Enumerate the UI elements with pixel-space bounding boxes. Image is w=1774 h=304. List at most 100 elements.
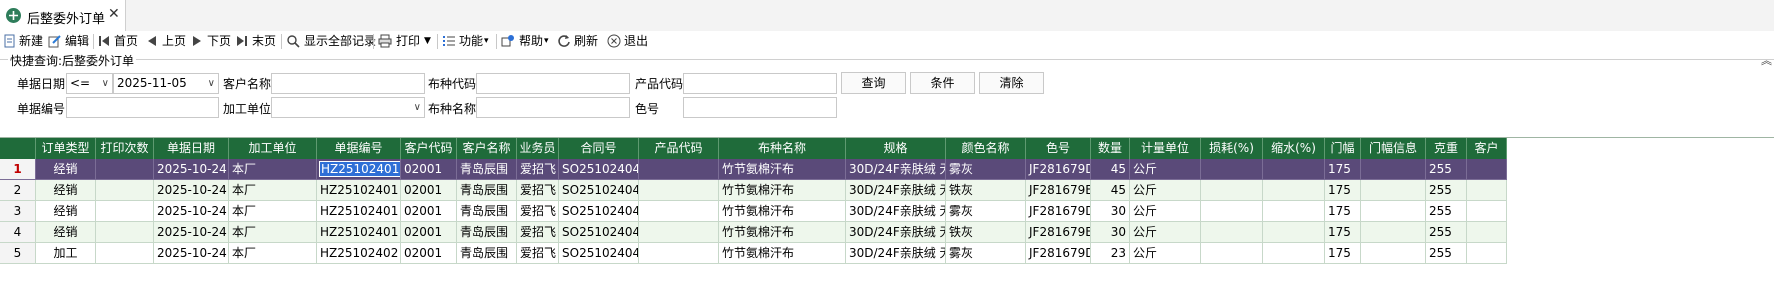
table-cell[interactable] [1361,243,1426,264]
column-header[interactable]: 颜色名称 [946,138,1026,159]
table-cell[interactable]: 2025-10-24 [154,201,229,222]
table-cell[interactable]: HZ25102401 [317,201,401,222]
table-cell[interactable]: 本厂 [229,243,317,264]
table-cell[interactable]: 02001 [401,180,457,201]
table-cell[interactable]: 45 [1091,159,1130,180]
table-cell[interactable]: 经销 [36,180,96,201]
table-cell[interactable]: 175 [1325,159,1361,180]
table-cell[interactable] [1361,159,1426,180]
table-row[interactable]: 5 加工 2025-10-24 本厂 HZ25102402 02001 青岛辰围 爱招飞 SO2… [0,243,1507,264]
table-cell[interactable]: 公斤 [1130,159,1201,180]
table-cell[interactable]: 2025-10-24 [154,222,229,243]
table-cell[interactable] [639,201,719,222]
column-header[interactable]: 订单类型 [36,138,96,159]
table-cell[interactable] [1201,159,1263,180]
close-icon[interactable]: ✕ [108,6,120,22]
customer-name-input[interactable] [271,73,425,94]
table-cell[interactable]: 铁灰 [946,222,1026,243]
table-cell[interactable]: 02001 [401,222,457,243]
table-cell[interactable] [1263,180,1325,201]
table-cell[interactable] [96,159,154,180]
row-number-cell[interactable]: 4 [0,222,36,243]
table-cell[interactable]: 竹节氨棉汗布 [719,180,846,201]
table-cell[interactable]: SO25102404 [559,243,639,264]
table-row[interactable]: 1 经销 2025-10-24 本厂 HZ25102401 02001 青岛辰围 爱招飞 SO2… [0,159,1507,180]
table-cell[interactable]: 175 [1325,201,1361,222]
table-cell[interactable] [639,222,719,243]
table-cell[interactable] [1361,222,1426,243]
table-cell[interactable]: 青岛辰围 [457,222,517,243]
table-cell[interactable] [1263,222,1325,243]
table-row[interactable]: 2 经销 2025-10-24 本厂 HZ25102401 02001 青岛辰围 爱招飞 SO2… [0,180,1507,201]
table-cell[interactable]: 2025-10-24 [154,159,229,180]
table-cell[interactable]: HZ25102401 [317,159,401,180]
table-cell[interactable]: SO25102404 [559,159,639,180]
table-cell[interactable]: 青岛辰围 [457,159,517,180]
table-cell[interactable]: 公斤 [1130,180,1201,201]
table-cell[interactable] [639,159,719,180]
table-cell[interactable]: SO25102404 [559,222,639,243]
table-cell[interactable]: SO25102404 [559,180,639,201]
table-cell[interactable]: 30D/24F亲肤绒 无+50S/RT无 [846,201,946,222]
table-cell[interactable]: 175 [1325,180,1361,201]
refresh-button[interactable]: 刷新 [557,31,601,52]
table-cell[interactable] [1361,180,1426,201]
cloth-name-input[interactable] [476,97,630,118]
table-cell[interactable] [1361,201,1426,222]
table-cell[interactable]: 雾灰 [946,201,1026,222]
column-header[interactable]: 门幅信息 [1361,138,1426,159]
table-cell[interactable]: 30D/24F亲肤绒 无+50S/RT无 [846,243,946,264]
table-cell[interactable]: 175 [1325,222,1361,243]
column-header[interactable]: 客户代码 [401,138,457,159]
first-page-button[interactable]: 首页 [97,31,141,52]
table-cell[interactable]: 青岛辰围 [457,243,517,264]
table-cell[interactable]: 公斤 [1130,243,1201,264]
table-cell[interactable]: 30D/24F亲肤绒 无+50S/RT无 [846,180,946,201]
table-row[interactable]: 3 经销 2025-10-24 本厂 HZ25102401 02001 青岛辰围 爱招飞 SO2… [0,201,1507,222]
table-cell[interactable]: 竹节氨棉汗布 [719,159,846,180]
table-cell[interactable]: 2025-10-24 [154,180,229,201]
table-cell[interactable]: JF281679E [1026,180,1091,201]
product-code-input[interactable] [683,73,837,94]
table-cell[interactable]: 02001 [401,159,457,180]
table-cell[interactable]: HZ25102402 [317,243,401,264]
column-header[interactable]: 布种名称 [719,138,846,159]
column-header[interactable]: 加工单位 [229,138,317,159]
table-cell[interactable] [1467,243,1507,264]
table-cell[interactable]: 175 [1325,243,1361,264]
column-header[interactable]: 合同号 [559,138,639,159]
table-cell[interactable]: 公斤 [1130,222,1201,243]
table-cell[interactable]: JF281679D [1026,201,1091,222]
column-header[interactable]: 单据日期 [154,138,229,159]
table-cell[interactable] [96,180,154,201]
table-cell[interactable]: 255 [1426,222,1467,243]
row-number-cell[interactable]: 2 [0,180,36,201]
table-cell[interactable] [1201,222,1263,243]
print-button[interactable]: 打印 ▼ [378,31,434,52]
table-cell[interactable] [1201,243,1263,264]
table-cell[interactable]: 本厂 [229,201,317,222]
table-cell[interactable]: 竹节氨棉汗布 [719,243,846,264]
table-cell[interactable]: 竹节氨棉汗布 [719,201,846,222]
collapse-icon[interactable]: ︽ [1761,52,1772,68]
column-header[interactable]: 色号 [1026,138,1091,159]
table-cell[interactable]: 公斤 [1130,201,1201,222]
column-header[interactable]: 门幅 [1325,138,1361,159]
table-cell[interactable]: 23 [1091,243,1130,264]
help-menu-button[interactable]: 帮助 ▾ [501,31,553,52]
date-picker[interactable]: 2025-11-05 ∨ [113,73,219,94]
doc-no-input[interactable] [66,97,219,118]
table-cell[interactable]: 02001 [401,201,457,222]
table-cell[interactable]: 爱招飞 [517,222,559,243]
column-header[interactable]: 产品代码 [639,138,719,159]
table-cell[interactable] [1467,159,1507,180]
table-cell[interactable]: 255 [1426,201,1467,222]
next-page-button[interactable]: 下页 [190,31,232,52]
table-cell[interactable] [639,243,719,264]
table-cell[interactable]: 30 [1091,222,1130,243]
table-cell[interactable]: 雾灰 [946,159,1026,180]
table-cell[interactable]: 02001 [401,243,457,264]
condition-button[interactable]: 条件 [910,72,975,94]
table-cell[interactable]: HZ25102401 [317,180,401,201]
table-cell[interactable]: 本厂 [229,222,317,243]
